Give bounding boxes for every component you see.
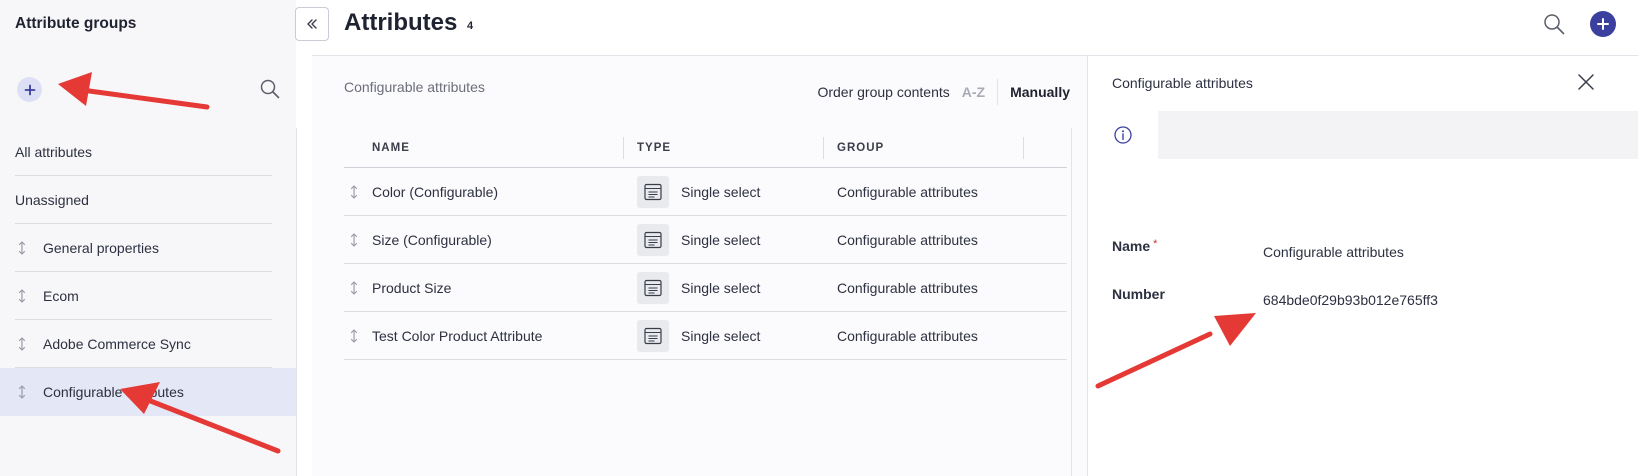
drag-handle-icon[interactable] — [15, 239, 29, 257]
table-row[interactable]: Color (Configurable) Single select Configu… — [344, 168, 1067, 216]
cell-name: Color (Configurable) — [344, 183, 624, 201]
cell-name: Product Size — [344, 279, 624, 297]
order-group-contents: Order group contents A-Z Manually — [817, 79, 1070, 105]
attribute-name: Color (Configurable) — [372, 183, 499, 200]
search-icon — [1544, 14, 1565, 35]
attribute-group: Configurable attributes — [837, 327, 978, 344]
attribute-name: Product Size — [372, 279, 452, 296]
cell-name: Test Color Product Attribute — [344, 327, 624, 345]
table-row[interactable]: Size (Configurable) Single select Configur… — [344, 216, 1067, 264]
table-body: Color (Configurable) Single select Configu… — [344, 168, 1067, 360]
required-marker: * — [1153, 238, 1158, 250]
add-attribute-button[interactable] — [1590, 11, 1616, 37]
close-panel-button[interactable] — [1576, 72, 1596, 92]
single-select-icon — [637, 319, 669, 352]
double-chevron-left-icon — [307, 19, 317, 29]
cell-type: Single select — [624, 223, 824, 256]
sidebar-group-item[interactable]: Unassigned — [0, 176, 296, 224]
group-detail-panel: Configurable attributes Name * Configurab… — [1087, 56, 1638, 476]
sidebar-item-label: Configurable attributes — [43, 384, 184, 400]
attribute-type: Single select — [681, 327, 761, 344]
single-select-icon — [637, 223, 669, 256]
order-manually-button[interactable]: Manually — [1010, 84, 1070, 100]
main-scroll-track — [1071, 128, 1072, 476]
search-icon — [260, 79, 280, 99]
attribute-type: Single select — [681, 279, 761, 296]
sidebar-scroll-track — [296, 128, 297, 476]
sidebar-title: Attribute groups — [15, 15, 137, 32]
column-header-group[interactable]: GROUP — [824, 136, 1024, 159]
attributes-table: NAME TYPE GROUP Color (Configurable) Sing… — [344, 128, 1067, 360]
name-field-label: Name * — [1112, 238, 1157, 254]
attribute-name: Test Color Product Attribute — [372, 327, 543, 344]
header-search-button[interactable] — [1542, 12, 1566, 36]
attribute-group: Configurable attributes — [837, 279, 978, 296]
table-header: NAME TYPE GROUP — [344, 128, 1067, 168]
cell-type: Single select — [624, 319, 824, 352]
close-icon — [1578, 74, 1594, 90]
attribute-name: Size (Configurable) — [372, 231, 492, 248]
single-select-icon — [637, 271, 669, 304]
sidebar-item-label: Ecom — [43, 288, 79, 304]
column-header-type[interactable]: TYPE — [624, 136, 824, 159]
drag-handle-icon[interactable] — [15, 287, 29, 305]
attribute-type: Single select — [681, 183, 761, 200]
cell-type: Single select — [624, 271, 824, 304]
group-list: All attributes Unassigned General properti… — [0, 128, 296, 416]
tab-info[interactable] — [1088, 111, 1158, 159]
drag-handle-icon[interactable] — [15, 335, 29, 353]
panel-title: Configurable attributes — [1112, 75, 1253, 91]
number-field-value: 684bde0f29b93b012e765ff3 — [1263, 292, 1438, 308]
sidebar-group-item[interactable]: Adobe Commerce Sync — [0, 320, 296, 368]
sidebar-group-item[interactable]: All attributes — [0, 128, 296, 176]
order-divider — [997, 79, 999, 105]
sidebar-group-item[interactable]: Configurable attributes — [0, 368, 296, 416]
sidebar-item-label: Adobe Commerce Sync — [43, 336, 191, 352]
name-label-text: Name — [1112, 238, 1151, 254]
sidebar-search-button[interactable] — [259, 78, 281, 100]
page-title: Attributes — [344, 9, 458, 36]
drag-handle-icon[interactable] — [347, 327, 361, 345]
order-az-button[interactable]: A-Z — [962, 84, 985, 100]
sidebar-group-item[interactable]: Ecom — [0, 272, 296, 320]
drag-handle-icon[interactable] — [347, 279, 361, 297]
attributes-main: Configurable attributes Order group cont… — [312, 56, 1087, 476]
single-select-icon — [637, 175, 669, 208]
collapse-sidebar-button[interactable] — [295, 7, 329, 41]
sidebar-item-label: Unassigned — [15, 192, 89, 208]
drag-handle-icon[interactable] — [347, 231, 361, 249]
plus-icon — [24, 84, 35, 95]
info-icon — [1114, 126, 1132, 144]
sidebar-item-label: General properties — [43, 240, 159, 256]
number-field-label: Number — [1112, 286, 1165, 302]
attribute-group: Configurable attributes — [837, 183, 978, 200]
attribute-count-badge: 4 — [467, 20, 474, 32]
sidebar-group-item[interactable]: General properties — [0, 224, 296, 272]
order-label: Order group contents — [817, 84, 950, 100]
drag-handle-icon[interactable] — [15, 383, 29, 401]
sidebar-item-label: All attributes — [15, 144, 93, 160]
group-title: Configurable attributes — [344, 79, 485, 95]
cell-name: Size (Configurable) — [344, 231, 624, 249]
attribute-type: Single select — [681, 231, 761, 248]
attribute-groups-sidebar: Attribute groups All attributes Unassigne… — [0, 0, 296, 476]
table-row[interactable]: Test Color Product Attribute Single selec… — [344, 312, 1067, 360]
attribute-group: Configurable attributes — [837, 231, 978, 248]
plus-icon — [1597, 18, 1609, 30]
drag-handle-icon[interactable] — [347, 183, 361, 201]
add-group-button[interactable] — [17, 77, 42, 102]
cell-type: Single select — [624, 175, 824, 208]
panel-tab-strip — [1088, 111, 1638, 159]
table-row[interactable]: Product Size Single select Configurable at… — [344, 264, 1067, 312]
name-field-value[interactable]: Configurable attributes — [1263, 244, 1404, 260]
column-header-name[interactable]: NAME — [344, 136, 624, 159]
